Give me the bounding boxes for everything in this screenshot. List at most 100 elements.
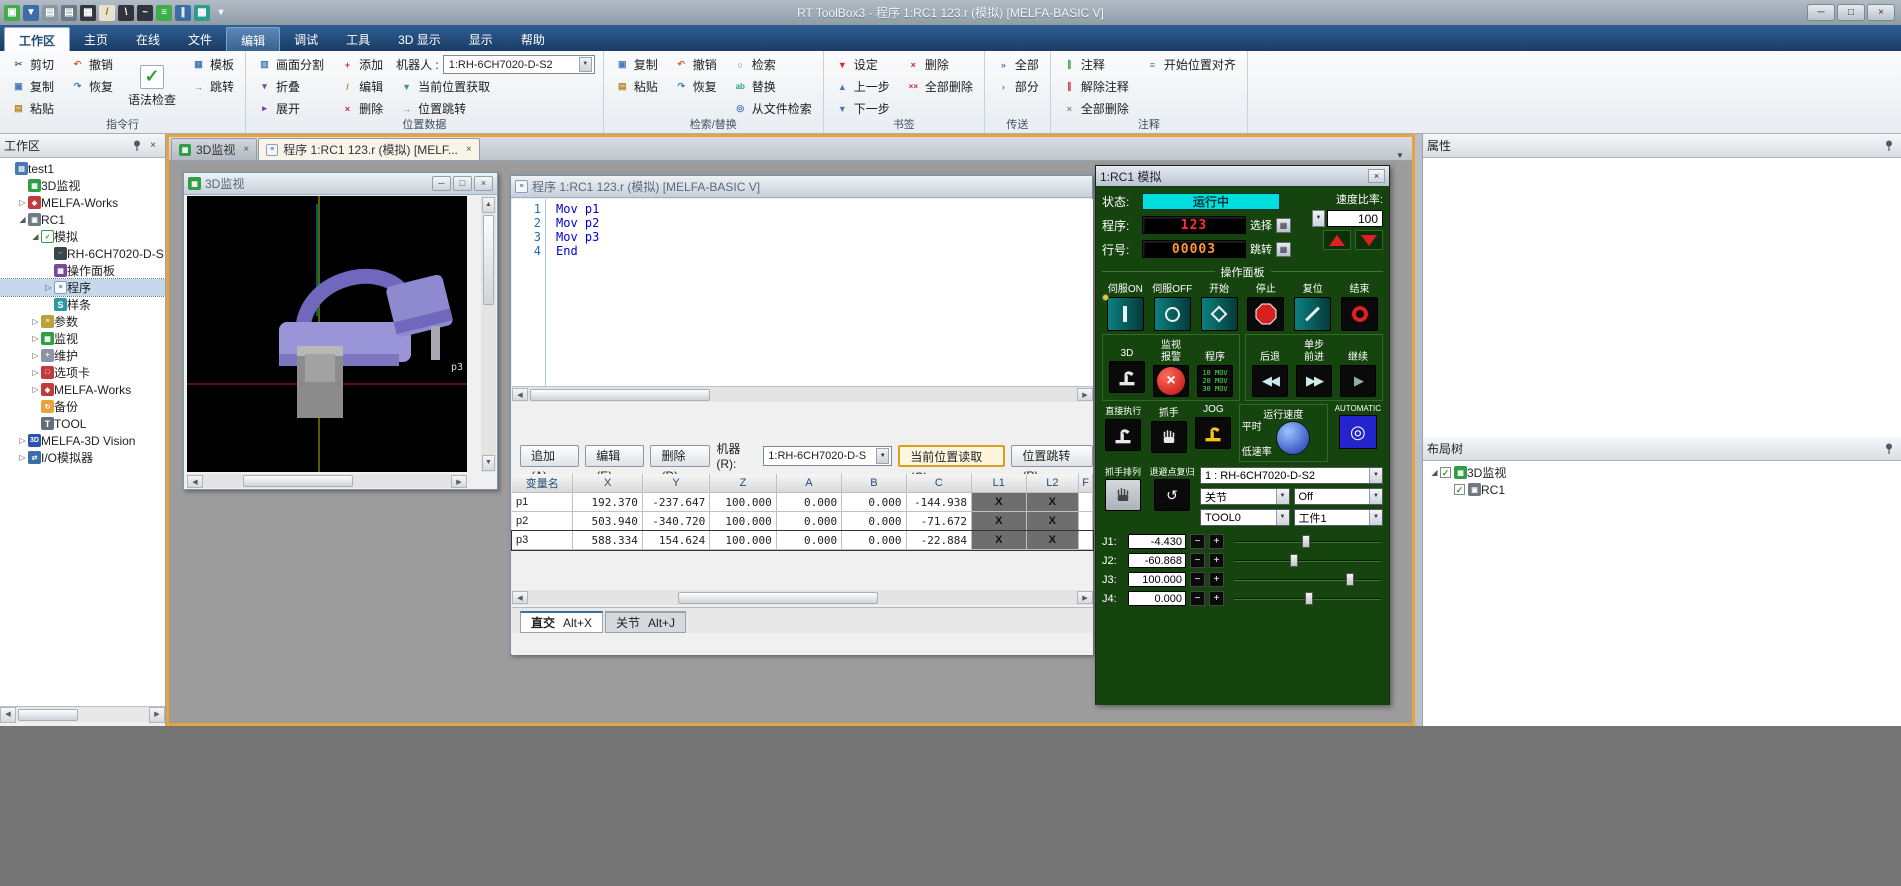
joint-minus-button[interactable]: −	[1190, 572, 1205, 587]
slider-thumb[interactable]	[1290, 554, 1298, 567]
copy-button[interactable]: ▣复制	[8, 76, 57, 97]
checkbox[interactable]: ✓	[1454, 484, 1465, 495]
robot-combo[interactable]: 1:RH-6CH7020-D-S2▼	[443, 55, 595, 74]
scroll-right-button[interactable]: ▶	[149, 707, 165, 723]
save-icon[interactable]: ▼	[23, 5, 39, 21]
automatic-button[interactable]: ◎	[1339, 415, 1377, 449]
start-button[interactable]	[1201, 297, 1238, 331]
close-tab-icon[interactable]: ×	[243, 144, 249, 155]
ribbon-tab-0[interactable]: 工作区	[4, 27, 70, 51]
tree-item-3[interactable]: ◢▣RC1	[0, 211, 165, 228]
scroll-right-button[interactable]: ▶	[451, 475, 467, 488]
minimize-button[interactable]: ─	[432, 176, 451, 191]
position-jump-button[interactable]: 位置跳转(P)	[1011, 445, 1093, 467]
expand-icon[interactable]: ▷	[30, 385, 41, 394]
delete-button[interactable]: 删除(D)	[650, 445, 710, 467]
maximize-button[interactable]: □	[453, 176, 472, 191]
joint-minus-button[interactable]: −	[1190, 534, 1205, 549]
document-tab-1[interactable]: ≡程序 1:RC1 123.r (模拟) [MELF...×	[258, 138, 480, 160]
ribbon-tab-6[interactable]: 工具	[332, 27, 384, 51]
3d-hscrollbar[interactable]: ◀ ▶	[187, 474, 467, 488]
set-button[interactable]: ▼设定	[832, 54, 893, 75]
table-hscrollbar[interactable]: ◀ ▶	[512, 590, 1093, 605]
step-forward-button[interactable]: ▶▶	[1296, 365, 1332, 397]
tool-combo[interactable]: TOOL0▼	[1200, 509, 1290, 526]
expand-icon[interactable]: ▷	[17, 453, 28, 462]
code-line[interactable]: Mov p3	[556, 230, 599, 244]
joint-slider[interactable]	[1234, 591, 1383, 606]
alarm-button[interactable]: ×	[1153, 365, 1189, 397]
collapse-icon[interactable]: ◢	[30, 232, 41, 241]
joint-plus-button[interactable]: +	[1209, 553, 1224, 568]
tree-item-17[interactable]: ▷⇄I/O模拟器	[0, 449, 165, 466]
close-button[interactable]: ×	[1368, 169, 1385, 183]
print-icon[interactable]: ▤	[42, 5, 58, 21]
collapse-icon[interactable]: ◢	[17, 215, 28, 224]
split-button[interactable]: ▥画面分割	[254, 54, 327, 75]
reset-button[interactable]	[1294, 297, 1331, 331]
ribbon-tab-9[interactable]: 帮助	[507, 27, 559, 51]
tree-item-2[interactable]: ▷◆MELFA-Works	[0, 194, 165, 211]
paste-button[interactable]: ▤粘贴	[612, 76, 661, 97]
all-button[interactable]: »全部	[993, 54, 1042, 75]
comment-button[interactable]: ∥注释	[1059, 54, 1132, 75]
uncomment-button[interactable]: ∥解除注释	[1059, 76, 1132, 97]
code-line[interactable]: Mov p1	[556, 202, 599, 216]
expand-icon[interactable]: ▷	[17, 436, 28, 445]
right-splitter[interactable]	[1415, 134, 1422, 726]
expand-icon[interactable]: ▷	[30, 317, 41, 326]
joint-plus-button[interactable]: +	[1209, 591, 1224, 606]
expand-icon[interactable]: ▷	[30, 368, 41, 377]
column-view-icon[interactable]: ∥	[175, 5, 191, 21]
continue-button[interactable]: ▶	[1340, 365, 1376, 397]
grid-view-icon[interactable]: ▦	[194, 5, 210, 21]
layout-tree-item-0[interactable]: ◢✓▦3D监视	[1423, 464, 1901, 481]
ribbon-tab-5[interactable]: 调试	[280, 27, 332, 51]
workpiece-combo[interactable]: 工件1▼	[1294, 509, 1384, 526]
expand-icon[interactable]: ▷	[30, 351, 41, 360]
joint-minus-button[interactable]: −	[1190, 591, 1205, 606]
scroll-left-button[interactable]: ◀	[512, 591, 528, 604]
tree-item-12[interactable]: ▷□选项卡	[0, 364, 165, 381]
ribbon-tab-2[interactable]: 在线	[122, 27, 174, 51]
robot-combo[interactable]: 1:RH-6CH7020-D-S ▼	[763, 446, 892, 466]
joint-slider[interactable]	[1234, 534, 1383, 549]
layer-list-icon[interactable]: ≡	[156, 5, 172, 21]
ribbon-tab-8[interactable]: 显示	[455, 27, 507, 51]
align-button[interactable]: ≡开始位置对齐	[1142, 54, 1239, 75]
ribbon-tab-4[interactable]: 编辑	[226, 27, 280, 51]
jog-button[interactable]	[1195, 417, 1231, 449]
tree-item-5[interactable]: ⌐RH-6CH7020-D-S	[0, 245, 165, 262]
append-button[interactable]: 追加(A)	[520, 445, 579, 467]
scroll-right-button[interactable]: ▶	[1077, 388, 1093, 401]
app-logo-icon[interactable]: ▣	[4, 5, 20, 21]
tree-item-0[interactable]: ▤test1	[0, 160, 165, 177]
print-preview-icon[interactable]: ▤	[61, 5, 77, 21]
slider-thumb[interactable]	[1346, 573, 1354, 586]
scrollbar-thumb[interactable]	[483, 215, 494, 305]
hand-align-button[interactable]	[1105, 479, 1141, 511]
run-speed-button[interactable]	[1276, 421, 1310, 455]
tree-item-6[interactable]: ▦操作面板	[0, 262, 165, 279]
speed-down-button[interactable]	[1355, 230, 1383, 250]
tree-item-16[interactable]: ▷3DMELFA-3D Vision	[0, 432, 165, 449]
step-back-button[interactable]: ◀◀	[1252, 365, 1288, 397]
close-icon[interactable]: ×	[145, 139, 161, 153]
pin-icon[interactable]	[1881, 442, 1897, 456]
jog-mode-combo[interactable]: 关节▼	[1200, 488, 1290, 505]
del-button[interactable]: ×删除	[903, 54, 976, 75]
servo-on-button[interactable]	[1107, 297, 1144, 331]
code-line[interactable]: Mov p2	[556, 216, 599, 230]
document-tab-0[interactable]: ▦3D监视×	[171, 138, 257, 160]
draw-line-icon[interactable]: \	[118, 5, 134, 21]
expand-icon[interactable]: ▷	[17, 198, 28, 207]
add-button[interactable]: +添加	[337, 54, 386, 75]
joint-minus-button[interactable]: −	[1190, 553, 1205, 568]
scrollbar-thumb[interactable]	[530, 389, 710, 401]
tab-cartesian[interactable]: 直交 Alt+X	[520, 611, 603, 633]
tab-joint[interactable]: 关节 Alt+J	[605, 611, 686, 633]
joint-slider[interactable]	[1234, 572, 1383, 587]
scroll-left-button[interactable]: ◀	[187, 475, 203, 488]
minimize-button[interactable]: ─	[1807, 4, 1835, 21]
code-editor[interactable]: 1234 Mov p1Mov p2Mov p3End	[512, 199, 1093, 387]
